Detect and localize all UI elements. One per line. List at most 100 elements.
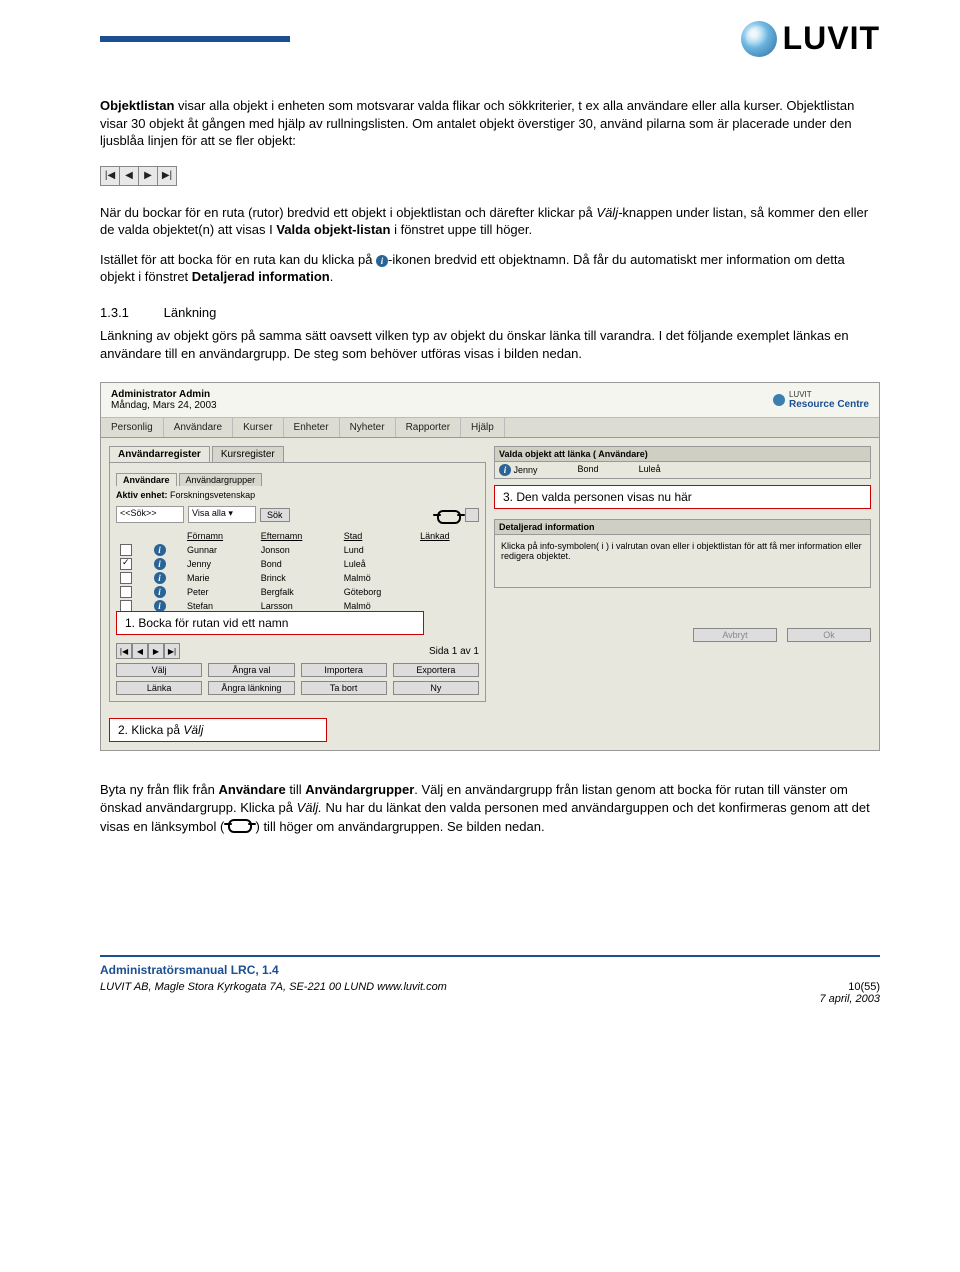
brand-text: LUVIT [783, 20, 880, 57]
p5h: ) till höger om användargruppen. Se bild… [252, 819, 545, 834]
filter-icon[interactable] [465, 508, 479, 522]
menu-enheter[interactable]: Enheter [284, 418, 340, 437]
callout-3: 3. Den valda personen visas nu här [494, 485, 871, 509]
row-checkbox[interactable] [120, 586, 132, 598]
info-icon[interactable]: i [154, 586, 166, 598]
rc-small: LUVIT [789, 390, 812, 399]
footer-page: 10(55) [819, 981, 880, 993]
tab-kursregister[interactable]: Kursregister [212, 446, 284, 462]
cell-stad: Malmö [340, 571, 416, 585]
admin-identity: Administrator Admin Måndag, Mars 24, 200… [111, 389, 217, 411]
cell-fn: Jenny [183, 557, 257, 571]
ny-button[interactable]: Ny [393, 681, 479, 695]
admin-date: Måndag, Mars 24, 2003 [111, 400, 217, 411]
paragraph-info-icon: Istället för att bocka för en ruta kan d… [100, 251, 880, 286]
subtab-anvandargrupper[interactable]: Användargrupper [179, 473, 263, 486]
col-lankad[interactable]: Länkad [416, 529, 479, 543]
globe-icon [741, 21, 777, 57]
menu-hjalp[interactable]: Hjälp [461, 418, 505, 437]
prev-page-icon: ◀ [120, 167, 139, 185]
user-table: Förnamn Efternamn Stad Länkad iGunnarJon… [116, 529, 479, 613]
row-checkbox[interactable] [120, 558, 132, 570]
first-page-icon[interactable]: |◀ [116, 643, 132, 659]
cell-fn: Peter [183, 585, 257, 599]
detail-body: Klicka på info-symbolen( i ) i valrutan … [494, 535, 871, 588]
menu-rapporter[interactable]: Rapporter [396, 418, 461, 437]
section-title: Länkning [164, 305, 217, 320]
importera-button[interactable]: Importera [301, 663, 387, 677]
valj-button[interactable]: Välj [116, 663, 202, 677]
p3a: Istället för att bocka för en ruta kan d… [100, 252, 376, 267]
paragraph-linking: Länkning av objekt görs på samma sätt oa… [100, 327, 880, 362]
table-row: i JennyBondLuleå [116, 557, 479, 571]
search-input[interactable]: <<Sök>> [116, 506, 184, 523]
col-fornamn[interactable]: Förnamn [183, 529, 257, 543]
row-checkbox[interactable] [120, 544, 132, 556]
term-valda-objekt: Valda objekt-listan [276, 222, 390, 237]
footer-title: Administratörsmanual LRC, 1.4 [100, 963, 880, 977]
info-icon[interactable]: i [499, 464, 511, 476]
row-checkbox[interactable] [120, 572, 132, 584]
last-page-icon: ▶| [158, 167, 176, 185]
prev-page-icon[interactable]: ◀ [132, 643, 148, 659]
table-row: iMarieBrinckMalmö [116, 571, 479, 585]
rc-big: Resource Centre [789, 399, 869, 410]
section-heading-linking: 1.3.1 Länkning [100, 304, 880, 322]
embedded-screenshot: Administrator Admin Måndag, Mars 24, 200… [100, 382, 880, 751]
info-icon[interactable]: i [154, 558, 166, 570]
page-footer: Administratörsmanual LRC, 1.4 LUVIT AB, … [100, 955, 880, 1005]
selected-row: i Jenny Bond Luleå [494, 462, 871, 479]
menu-anvandare[interactable]: Användare [164, 418, 233, 437]
info-icon[interactable]: i [154, 544, 166, 556]
table-row: i PeterBergfalkGöteborg [116, 585, 479, 599]
visa-label: Visa alla [192, 508, 226, 518]
col-stad[interactable]: Stad [340, 529, 416, 543]
footer-date: 7 april, 2003 [819, 993, 880, 1005]
callout-1: 1. Bocka för rutan vid ett namn [116, 611, 424, 635]
menu-personlig[interactable]: Personlig [101, 418, 164, 437]
sel-stad: Luleå [639, 464, 661, 476]
avbryt-button[interactable]: Avbryt [693, 628, 777, 642]
callout-2-prefix: 2. Klicka på [118, 723, 183, 737]
term-anvandare: Användare [219, 782, 286, 797]
active-unit-row: Aktiv enhet: Forskningsvetenskap [116, 490, 479, 500]
sok-button[interactable]: Sök [260, 508, 290, 522]
pager-arrows-illustration: |◀ ◀ ▶ ▶| [100, 166, 177, 186]
table-row: iGunnarJonsonLund [116, 543, 479, 557]
visa-select[interactable]: Visa alla ▾ [188, 506, 256, 523]
angra-val-button[interactable]: Ångra val [208, 663, 294, 677]
cell-stad: Göteborg [340, 585, 416, 599]
term-valj: Välj- [596, 205, 622, 220]
aktiv-label: Aktiv enhet: [116, 490, 168, 500]
subtab-anvandare[interactable]: Användare [116, 473, 177, 486]
detail-header: Detaljerad information [494, 519, 871, 535]
sel-en: Bond [578, 464, 599, 476]
next-page-icon[interactable]: ▶ [148, 643, 164, 659]
footer-address: LUVIT AB, Magle Stora Kyrkogata 7A, SE-2… [100, 981, 447, 1005]
cell-en: Bergfalk [257, 585, 340, 599]
admin-title: Administrator Admin [111, 389, 217, 400]
menu-nyheter[interactable]: Nyheter [340, 418, 396, 437]
angra-lankning-button[interactable]: Ångra länkning [208, 681, 294, 695]
link-icon [437, 510, 461, 524]
menu-kurser[interactable]: Kurser [233, 418, 283, 437]
main-menu: Personlig Användare Kurser Enheter Nyhet… [101, 418, 879, 438]
aktiv-value: Forskningsvetenskap [170, 490, 255, 500]
tab-anvandarregister[interactable]: Användarregister [109, 446, 210, 462]
p2e: i fönstret uppe till höger. [390, 222, 532, 237]
col-efternamn[interactable]: Efternamn [257, 529, 340, 543]
info-icon[interactable]: i [154, 572, 166, 584]
cell-stad: Luleå [340, 557, 416, 571]
para1-text: visar alla objekt i enheten som motsvara… [100, 98, 854, 148]
tabort-button[interactable]: Ta bort [301, 681, 387, 695]
link-icon [228, 819, 252, 833]
p2a: När du bockar för en ruta (rutor) bredvi… [100, 205, 596, 220]
brand-logo: LUVIT [741, 20, 880, 57]
exportera-button[interactable]: Exportera [393, 663, 479, 677]
last-page-icon[interactable]: ▶| [164, 643, 180, 659]
cell-en: Bond [257, 557, 340, 571]
paragraph-switch-tab: Byta ny från flik från Användare till An… [100, 781, 880, 835]
ok-button[interactable]: Ok [787, 628, 871, 642]
lanka-button[interactable]: Länka [116, 681, 202, 695]
p5c: till [286, 782, 306, 797]
